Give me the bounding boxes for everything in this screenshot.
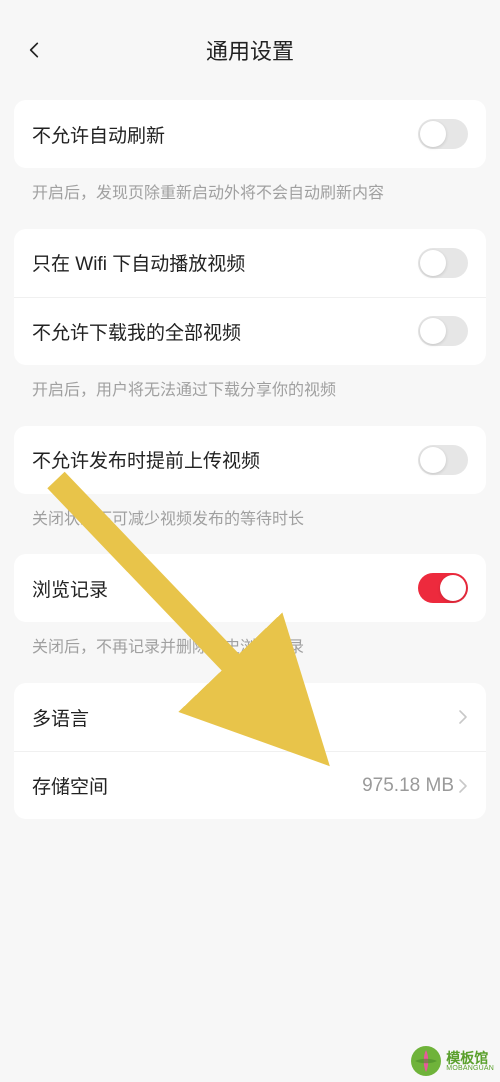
back-button[interactable] bbox=[22, 38, 46, 62]
pre-upload-toggle[interactable] bbox=[418, 445, 468, 475]
storage-row[interactable]: 存储空间 975.18 MB bbox=[14, 751, 486, 819]
language-row[interactable]: 多语言 bbox=[14, 683, 486, 751]
watermark-en: MOBANGUAN bbox=[446, 1065, 494, 1072]
no-download-desc: 开启后，用户将无法通过下载分享你的视频 bbox=[14, 365, 486, 426]
auto-refresh-label: 不允许自动刷新 bbox=[32, 121, 165, 148]
watermark-logo-icon bbox=[411, 1046, 441, 1076]
no-download-label: 不允许下载我的全部视频 bbox=[32, 318, 241, 345]
wifi-autoplay-toggle[interactable] bbox=[418, 248, 468, 278]
auto-refresh-toggle[interactable] bbox=[418, 119, 468, 149]
watermark-cn: 模板馆 bbox=[446, 1051, 494, 1065]
chevron-right-icon bbox=[458, 709, 468, 725]
storage-value: 975.18 MB bbox=[362, 775, 454, 797]
chevron-left-icon bbox=[24, 40, 44, 60]
history-label: 浏览记录 bbox=[32, 575, 108, 602]
auto-refresh-desc: 开启后，发现页除重新启动外将不会自动刷新内容 bbox=[14, 168, 486, 229]
chevron-right-icon bbox=[458, 778, 468, 794]
storage-label: 存储空间 bbox=[32, 772, 108, 799]
history-row[interactable]: 浏览记录 bbox=[14, 554, 486, 622]
language-label: 多语言 bbox=[32, 704, 89, 731]
pre-upload-label: 不允许发布时提前上传视频 bbox=[32, 446, 260, 473]
wifi-autoplay-label: 只在 Wifi 下自动播放视频 bbox=[32, 249, 245, 276]
watermark: 模板馆 MOBANGUAN bbox=[411, 1046, 494, 1076]
page-title: 通用设置 bbox=[206, 34, 294, 66]
wifi-autoplay-row[interactable]: 只在 Wifi 下自动播放视频 bbox=[14, 229, 486, 297]
no-download-row[interactable]: 不允许下载我的全部视频 bbox=[14, 297, 486, 365]
no-download-toggle[interactable] bbox=[418, 316, 468, 346]
history-desc: 关闭后，不再记录并删除历史浏览记录 bbox=[14, 622, 486, 683]
pre-upload-desc: 关闭状态下可减少视频发布的等待时长 bbox=[14, 494, 486, 555]
pre-upload-row[interactable]: 不允许发布时提前上传视频 bbox=[14, 426, 486, 494]
auto-refresh-row[interactable]: 不允许自动刷新 bbox=[14, 100, 486, 168]
history-toggle[interactable] bbox=[418, 573, 468, 603]
